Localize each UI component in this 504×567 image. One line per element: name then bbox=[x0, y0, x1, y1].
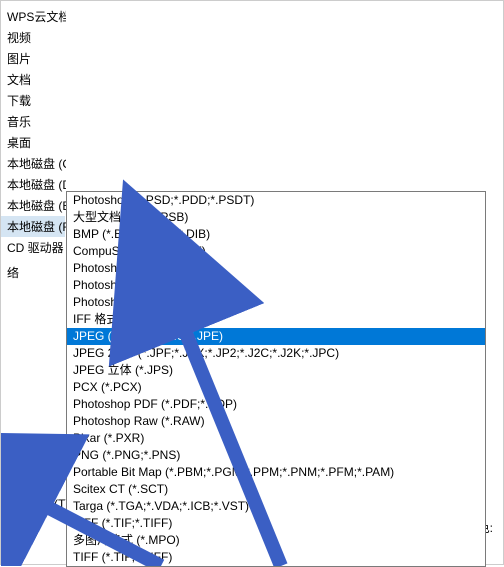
format-option-3[interactable]: CompuServe GIF (*.GIF) bbox=[67, 243, 485, 260]
format-option-4[interactable]: Photoshop EPS (*.EPS) bbox=[67, 260, 485, 277]
sidebar-item-network[interactable]: 络 bbox=[1, 262, 65, 283]
sidebar-item-music[interactable]: 音乐 bbox=[1, 111, 65, 132]
format-option-10[interactable]: JPEG 立体 (*.JPS) bbox=[67, 362, 485, 379]
format-option-6[interactable]: Photoshop DCS 2.0 (*.EPS) bbox=[67, 294, 485, 311]
format-option-14[interactable]: Pixar (*.PXR) bbox=[67, 430, 485, 447]
sidebar-item-desktop[interactable]: 桌面 bbox=[1, 132, 65, 153]
format-option-5[interactable]: Photoshop DCS 1.0 (*.EPS) bbox=[67, 277, 485, 294]
sidebar-item-cd[interactable]: CD 驱动器 ( bbox=[1, 237, 65, 258]
format-option-21[interactable]: TIFF (*.TIF;*.TIFF) bbox=[67, 549, 485, 566]
format-option-11[interactable]: PCX (*.PCX) bbox=[67, 379, 485, 396]
sidebar-item-video[interactable]: 视频 bbox=[1, 27, 65, 48]
format-option-20[interactable]: 多图片格式 (*.MPO) bbox=[67, 532, 485, 549]
sidebar-item-pictures[interactable]: 图片 bbox=[1, 48, 65, 69]
format-option-15[interactable]: PNG (*.PNG;*.PNS) bbox=[67, 447, 485, 464]
format-option-7[interactable]: IFF 格式 (*.IFF;*.TDI) bbox=[67, 311, 485, 328]
filetype-label: 保存类型(T): bbox=[6, 495, 66, 512]
filetype-dropdown[interactable]: Photoshop (*.PSD;*.PDD;*.PSDT)大型文档格式 (*.… bbox=[66, 191, 486, 567]
filename-label: 文件名(N): bbox=[6, 471, 66, 488]
format-option-2[interactable]: BMP (*.BMP;*.RLE;*.DIB) bbox=[67, 226, 485, 243]
sidebar-item-drive-f[interactable]: 本地磁盘 (F:) bbox=[1, 216, 65, 237]
format-option-8[interactable]: JPEG (*.JPG;*.JPEG;*.JPE) bbox=[67, 328, 485, 345]
format-option-9[interactable]: JPEG 2000 (*.JPF;*.JPX;*.JP2;*.J2C;*.J2K… bbox=[67, 345, 485, 362]
sidebar-item-drive-c[interactable]: 本地磁盘 (C:) bbox=[1, 153, 65, 174]
sidebar-item-documents[interactable]: 文档 bbox=[1, 69, 65, 90]
format-option-13[interactable]: Photoshop Raw (*.RAW) bbox=[67, 413, 485, 430]
sidebar-item-drive-e[interactable]: 本地磁盘 (E:) bbox=[1, 195, 65, 216]
format-option-18[interactable]: Targa (*.TGA;*.VDA;*.ICB;*.VST) bbox=[67, 498, 485, 515]
format-option-0[interactable]: Photoshop (*.PSD;*.PDD;*.PSDT) bbox=[67, 192, 485, 209]
format-option-16[interactable]: Portable Bit Map (*.PBM;*.PGM;*.PPM;*.PN… bbox=[67, 464, 485, 481]
sidebar-item-wps[interactable]: WPS云文档 bbox=[1, 6, 65, 27]
format-option-1[interactable]: 大型文档格式 (*.PSB) bbox=[67, 209, 485, 226]
format-option-19[interactable]: TIFF (*.TIF;*.TIFF) bbox=[67, 515, 485, 532]
format-option-17[interactable]: Scitex CT (*.SCT) bbox=[67, 481, 485, 498]
sidebar-item-drive-d[interactable]: 本地磁盘 (D:) bbox=[1, 174, 65, 195]
sidebar-item-downloads[interactable]: 下载 bbox=[1, 90, 65, 111]
format-option-12[interactable]: Photoshop PDF (*.PDF;*.PDP) bbox=[67, 396, 485, 413]
